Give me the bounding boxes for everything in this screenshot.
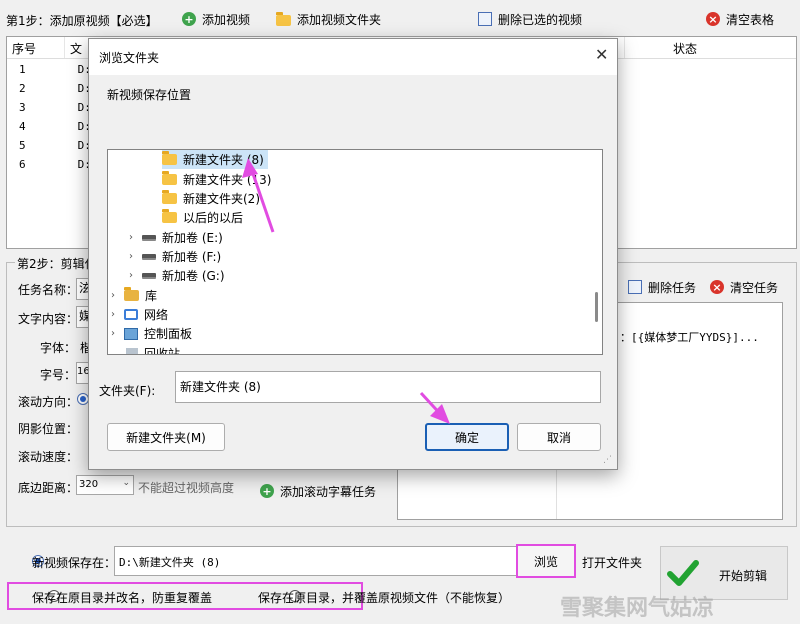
annotation-arrows xyxy=(242,158,450,424)
arrow-to-folder8-head xyxy=(242,158,258,178)
